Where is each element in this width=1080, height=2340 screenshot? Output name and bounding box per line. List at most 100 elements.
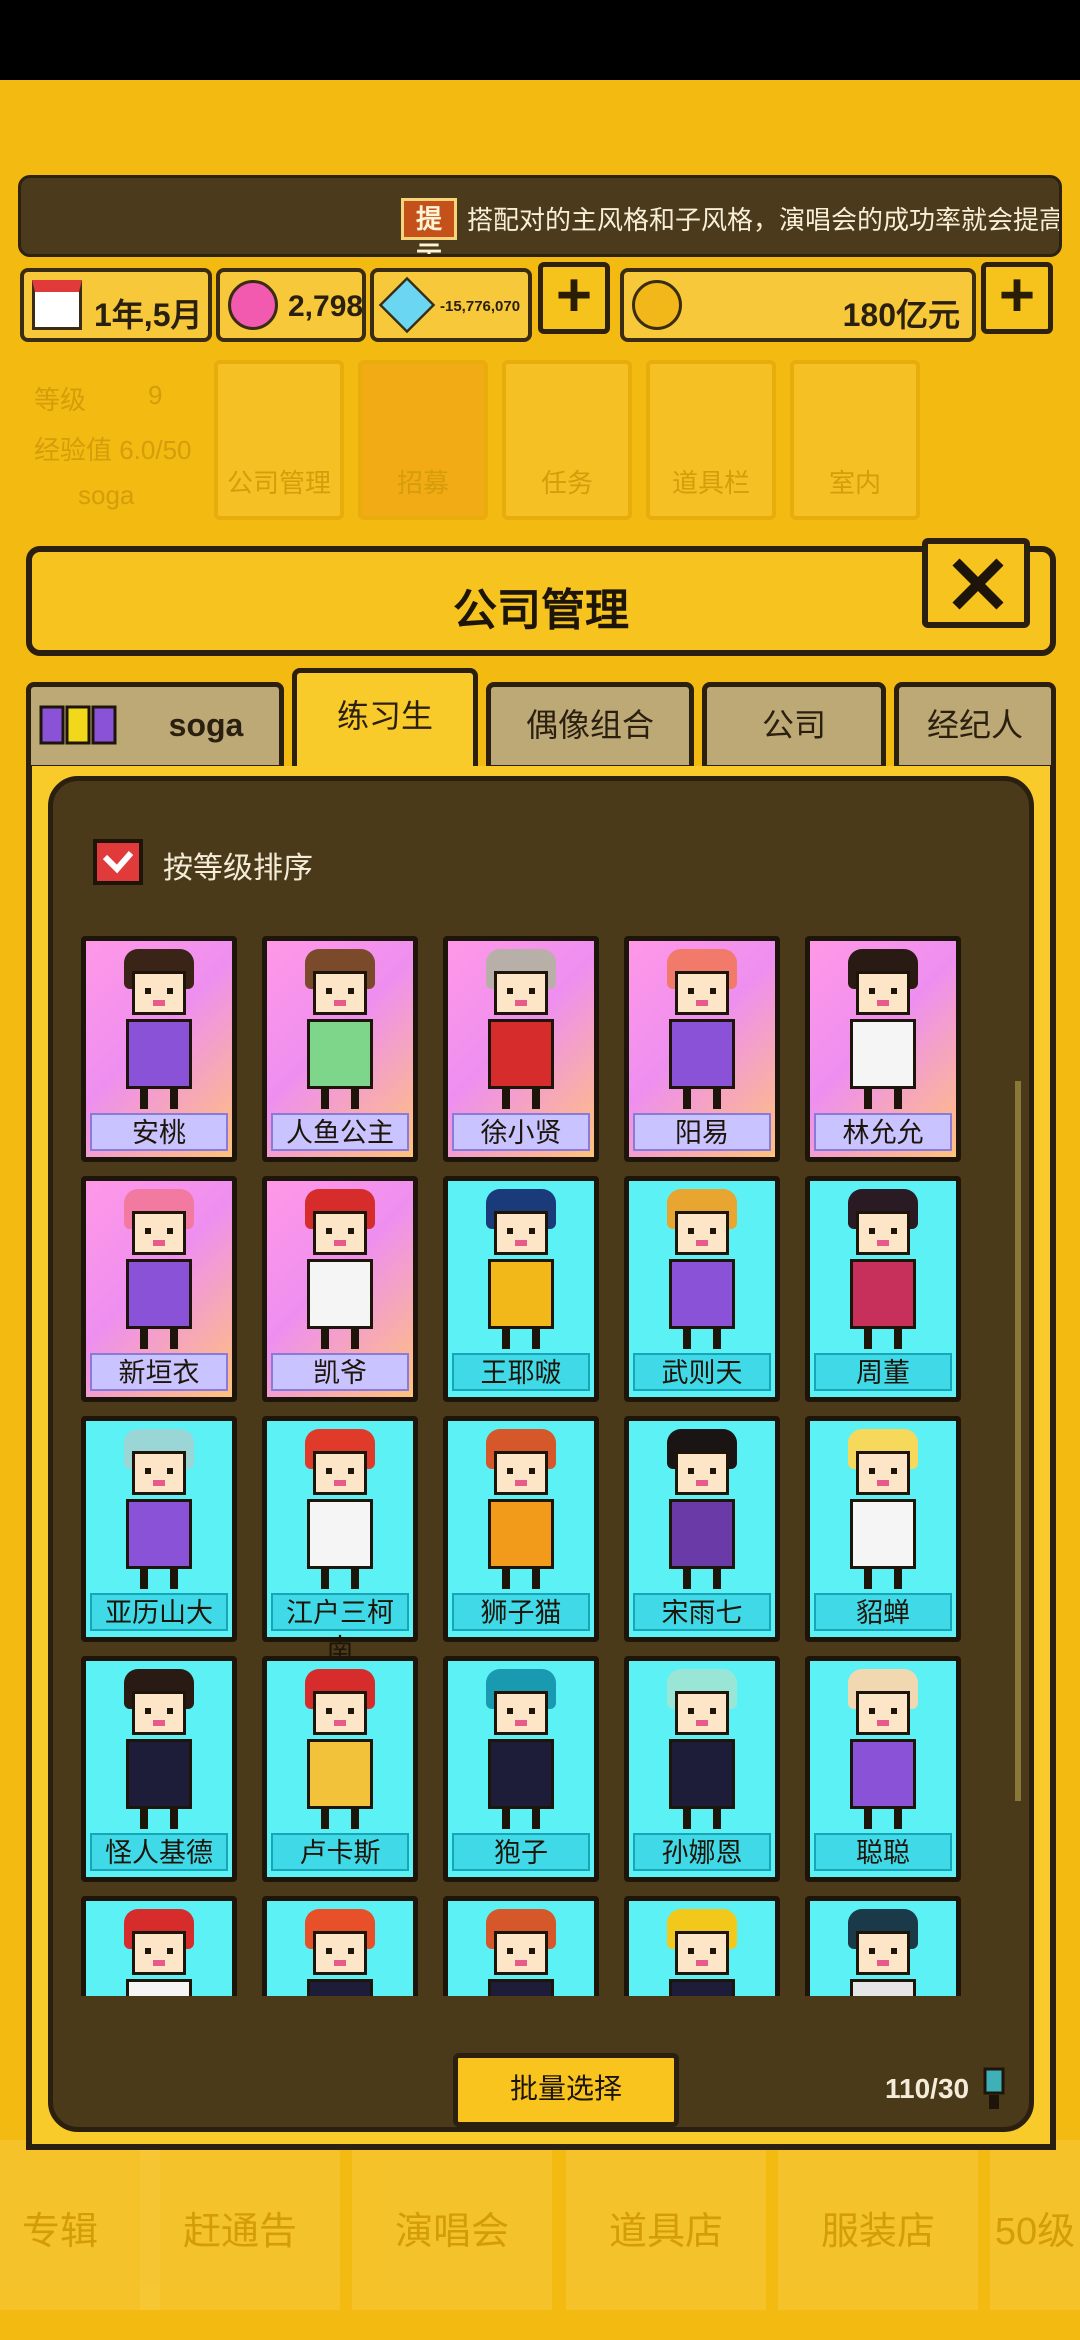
trainee-face: [313, 1691, 367, 1735]
modal-tabs: soga 练习生 偶像组合 公司 经纪人: [26, 664, 1056, 776]
trainee-legs: [502, 1329, 540, 1349]
crystals-display: -15,776,070: [370, 268, 532, 342]
sort-by-level-checkbox[interactable]: [93, 839, 143, 885]
trainee-legs: [140, 1089, 178, 1109]
trainee-name: 孙娜恩: [633, 1833, 771, 1871]
trainee-outfit: [126, 1739, 192, 1809]
sort-by-level-label: 按等级排序: [163, 852, 313, 885]
trainee-avatar: [301, 949, 379, 1109]
trainee-face: [856, 1691, 910, 1735]
trainee-face: [675, 971, 729, 1015]
level-label: 等级: [34, 385, 87, 415]
trainee-card[interactable]: 狮子猫: [443, 1416, 599, 1642]
trainee-avatar: [844, 1189, 922, 1349]
trainee-card[interactable]: 亚历山大: [81, 1416, 237, 1642]
tab-managers[interactable]: 经纪人: [894, 682, 1056, 770]
trainee-avatar: [663, 1909, 741, 1996]
main-menu-background: 等级 9 经验值 6.0/50 soga 公司管理 招募 任务 道具栏 室内: [18, 360, 1080, 530]
trainee-legs: [683, 1089, 721, 1109]
trainee-capacity-icon: [983, 2067, 1005, 2109]
gem-icon: [228, 280, 278, 330]
trainee-card[interactable]: 王耶啵: [443, 1176, 599, 1402]
trainee-avatar: [482, 949, 560, 1109]
trainee-avatar: [120, 1909, 198, 1996]
trainee-card[interactable]: 凯爷: [262, 1176, 418, 1402]
trainee-face: [675, 1451, 729, 1495]
trainee-card[interactable]: 孙娜恩: [624, 1656, 780, 1882]
trainee-card[interactable]: 人鱼公主: [262, 936, 418, 1162]
trainee-card[interactable]: 卢卡斯: [262, 1656, 418, 1882]
trainee-card[interactable]: 林允允: [805, 936, 961, 1162]
money-display: 180亿元: [620, 268, 976, 342]
trainee-face: [313, 971, 367, 1015]
trainee-card[interactable]: 貂蝉: [805, 1416, 961, 1642]
trainee-name: 安桃: [90, 1113, 228, 1151]
close-button[interactable]: [922, 538, 1030, 628]
add-crystals-button[interactable]: +: [538, 262, 610, 334]
trainee-outfit: [488, 1979, 554, 1996]
trainee-card[interactable]: 新垣衣: [81, 1176, 237, 1402]
trainee-legs: [683, 1569, 721, 1589]
trainee-outfit: [669, 1499, 735, 1569]
menu-company-management: 公司管理: [214, 360, 344, 520]
trainee-face: [494, 1691, 548, 1735]
trainee-legs: [683, 1809, 721, 1829]
trainee-card[interactable]: 聪聪: [805, 1656, 961, 1882]
trainee-face: [675, 1931, 729, 1975]
trainee-card[interactable]: [624, 1896, 780, 1996]
calendar-icon: [32, 280, 82, 330]
trainee-card[interactable]: [443, 1896, 599, 1996]
trainee-outfit: [850, 1259, 916, 1329]
trainee-card[interactable]: 江户三柯南: [262, 1416, 418, 1664]
trainee-legs: [502, 1089, 540, 1109]
batch-select-button[interactable]: 批量选择: [453, 2053, 679, 2127]
level-value: 9: [148, 380, 163, 410]
gems-display: 2,798: [216, 268, 366, 342]
crystal-icon: [378, 276, 436, 334]
trainee-face: [313, 1451, 367, 1495]
tab-team[interactable]: soga: [26, 682, 284, 770]
trainee-outfit: [850, 1979, 916, 1996]
trainee-card[interactable]: [805, 1896, 961, 1996]
trainee-card[interactable]: 周董: [805, 1176, 961, 1402]
trainee-card[interactable]: [81, 1896, 237, 1996]
trainee-card[interactable]: 怪人基德: [81, 1656, 237, 1882]
tab-trainees[interactable]: 练习生: [292, 668, 478, 776]
trainee-name: 狍子: [452, 1833, 590, 1871]
trainee-grid-scrollbar[interactable]: [1015, 1081, 1021, 1801]
trainee-outfit: [850, 1499, 916, 1569]
tab-team-label: soga: [168, 707, 244, 743]
trainee-face: [675, 1211, 729, 1255]
trainee-card[interactable]: 阳易: [624, 936, 780, 1162]
trainee-face: [856, 1211, 910, 1255]
trainee-card[interactable]: 狍子: [443, 1656, 599, 1882]
tab-idol-groups[interactable]: 偶像组合: [486, 682, 694, 770]
tip-icon: 提示: [401, 198, 457, 254]
trainee-face: [132, 1931, 186, 1975]
trainee-count: 110/30: [885, 2073, 970, 2104]
trainee-card[interactable]: [262, 1896, 418, 1996]
trainee-card[interactable]: 徐小贤: [443, 936, 599, 1162]
trainee-legs: [321, 1329, 359, 1349]
close-icon: [952, 558, 1004, 610]
trainee-card[interactable]: 安桃: [81, 936, 237, 1162]
modal-title: 公司管理: [453, 586, 629, 635]
gems-text: 2,798: [288, 290, 364, 323]
trainee-avatar: [663, 1429, 741, 1589]
nav-item-shop: 道具店: [566, 2140, 766, 2310]
nav-clothes-shop: 服装店: [778, 2140, 978, 2310]
trainee-card[interactable]: 宋雨七: [624, 1416, 780, 1642]
trainee-card[interactable]: 武则天: [624, 1176, 780, 1402]
trainee-face: [313, 1211, 367, 1255]
tab-company[interactable]: 公司: [702, 682, 886, 770]
trainee-outfit: [126, 1979, 192, 1996]
trainee-name: 林允允: [814, 1113, 952, 1151]
trainee-face: [675, 1691, 729, 1735]
trainee-outfit: [307, 1739, 373, 1809]
trainee-outfit: [669, 1979, 735, 1996]
add-money-button[interactable]: +: [981, 262, 1053, 334]
trainee-face: [494, 1931, 548, 1975]
trainee-name: 聪聪: [814, 1833, 952, 1871]
checkmark-icon: [102, 851, 134, 874]
trainee-name: 宋雨七: [633, 1593, 771, 1631]
